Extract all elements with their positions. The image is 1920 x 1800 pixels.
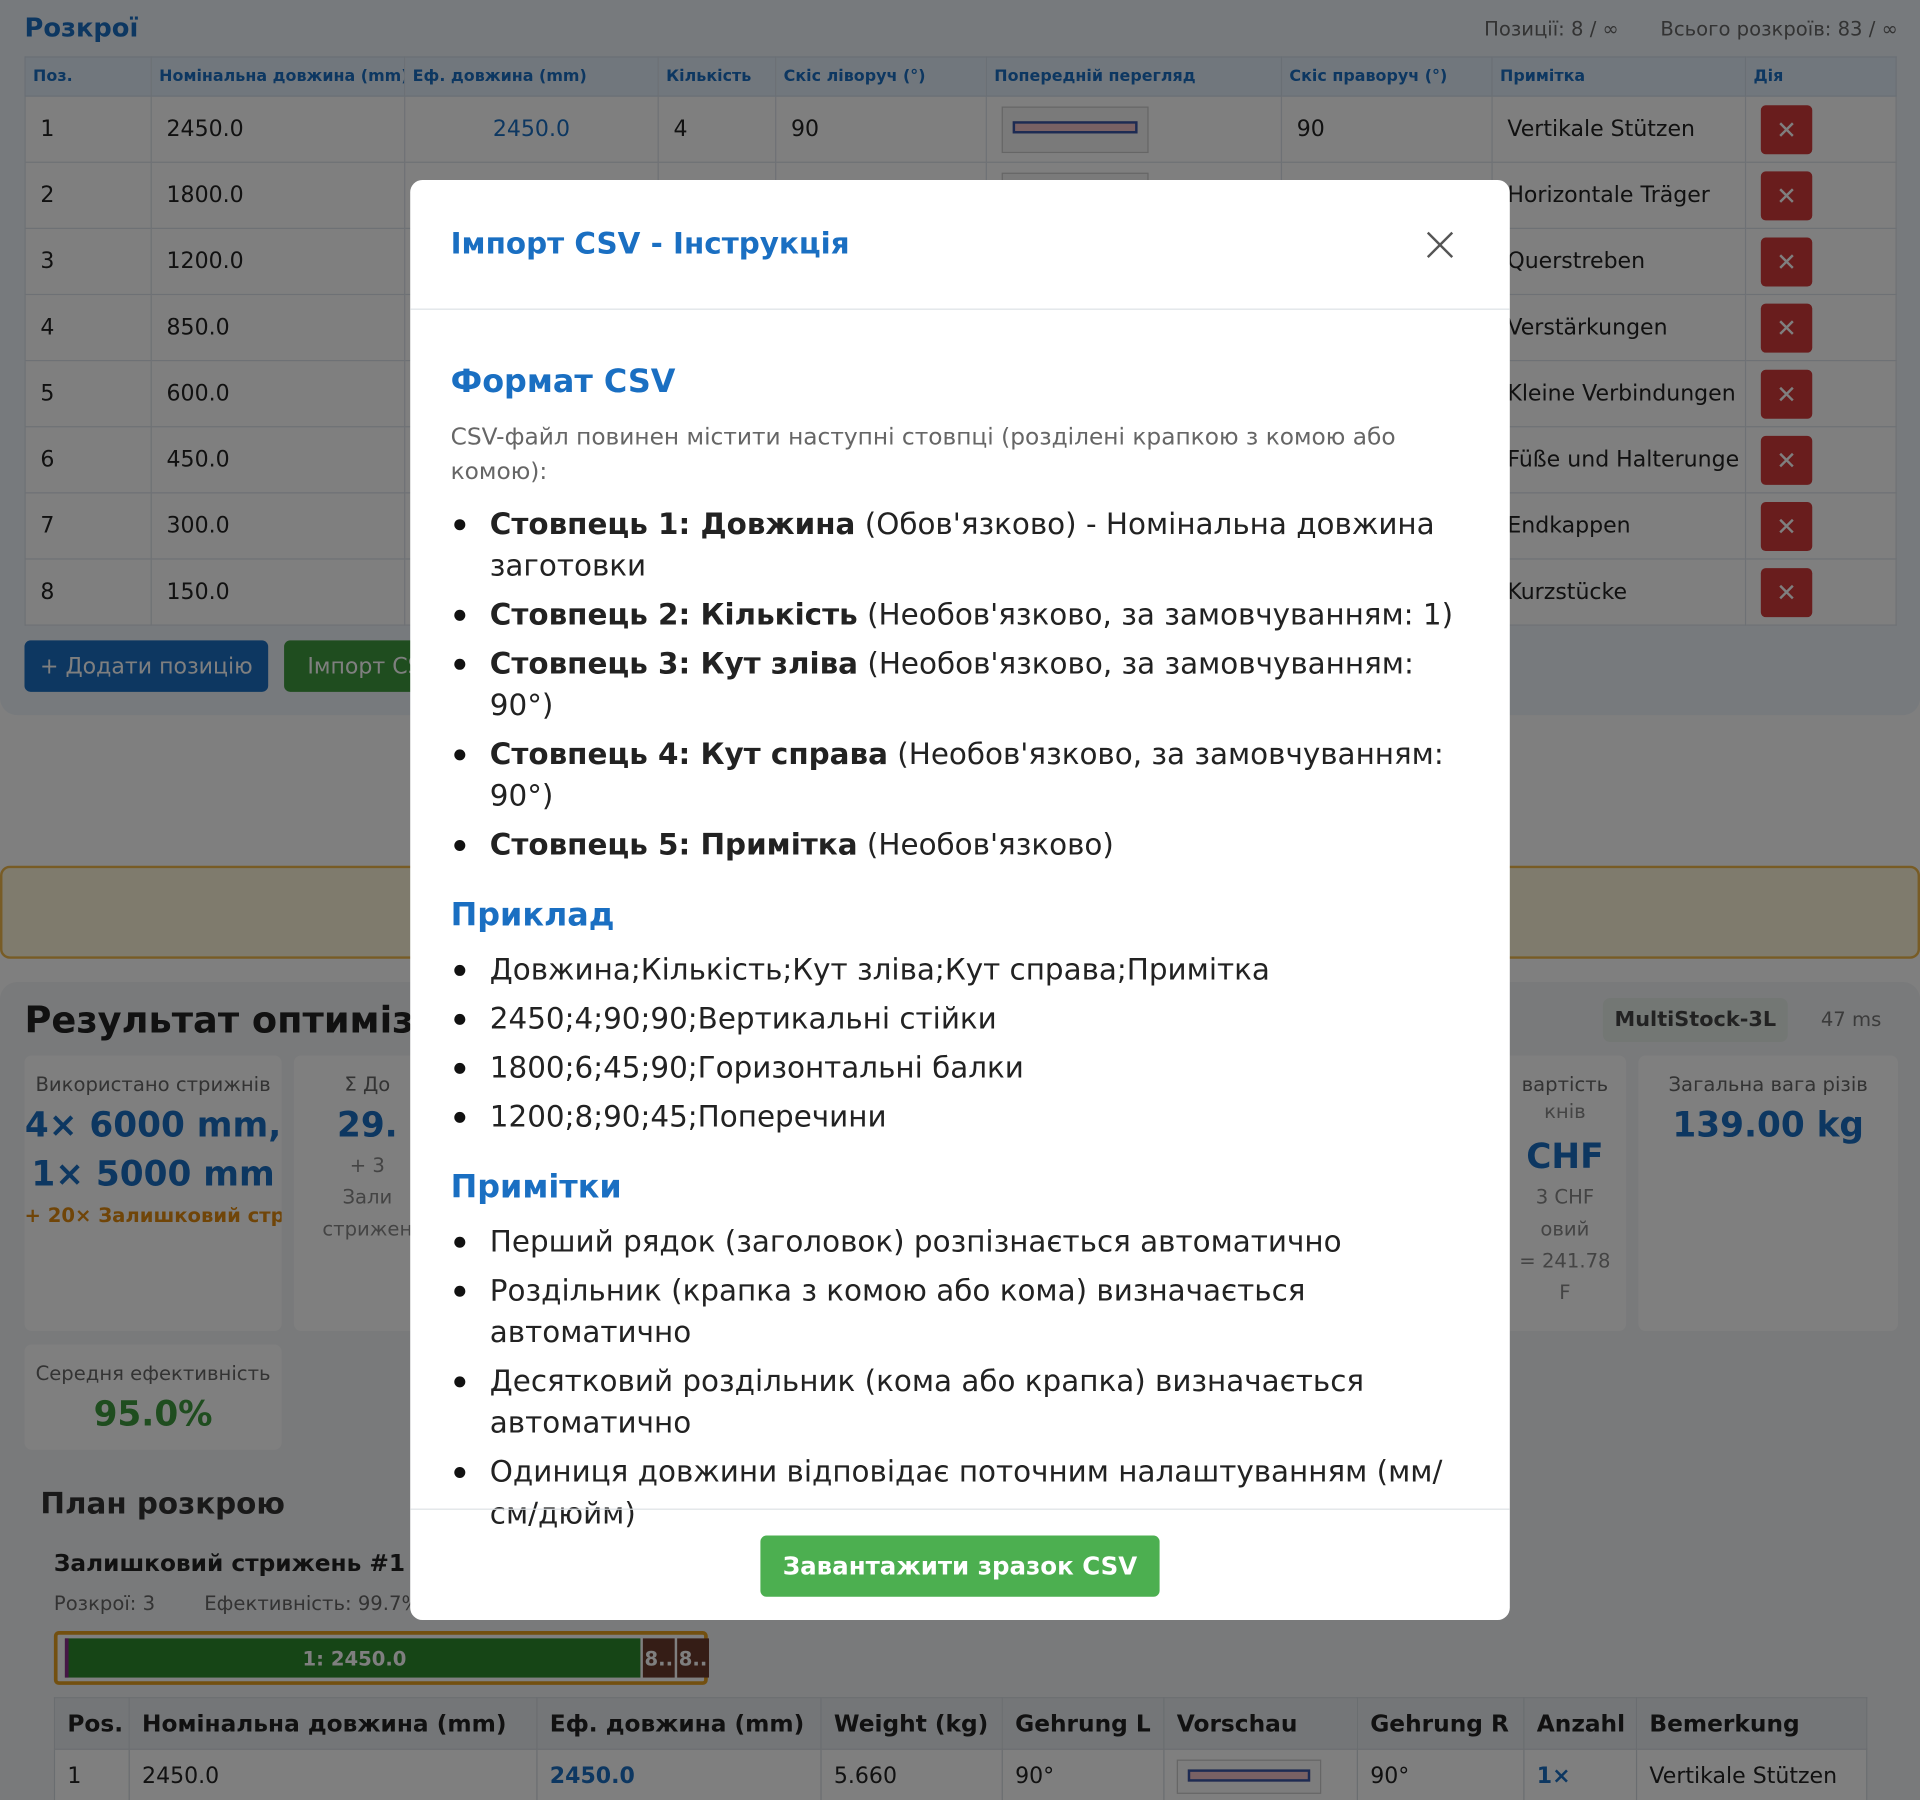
columns-list: Стовпець 1: Довжина (Обов'язково) - Номі… bbox=[451, 503, 1480, 865]
modal-close-button[interactable] bbox=[1422, 227, 1459, 264]
list-item-text: (Необов'язково) bbox=[857, 827, 1114, 863]
list-item: 1200;8;90;45;Поперечини bbox=[451, 1096, 1480, 1138]
list-item-bold: Стовпець 5: Примітка bbox=[489, 827, 858, 863]
list-item: Довжина;Кількість;Кут зліва;Кут справа;П… bbox=[451, 949, 1480, 991]
example-list: Довжина;Кількість;Кут зліва;Кут справа;П… bbox=[451, 949, 1480, 1138]
close-icon bbox=[1426, 231, 1454, 259]
list-item: Перший рядок (заголовок) розпізнається а… bbox=[451, 1221, 1480, 1263]
list-item: Роздільник (крапка з комою або кома) виз… bbox=[451, 1270, 1480, 1353]
format-description: CSV-файл повинен містити наступні стовпц… bbox=[450, 423, 1396, 485]
list-item: Стовпець 3: Кут зліва (Необов'язково, за… bbox=[451, 643, 1480, 726]
list-item-bold: Стовпець 4: Кут справа bbox=[489, 737, 888, 772]
list-item-bold: Стовпець 1: Довжина bbox=[489, 506, 856, 542]
list-item: Стовпець 5: Примітка (Необов'язково) bbox=[451, 824, 1480, 866]
list-item: Стовпець 2: Кількість (Необов'язково, за… bbox=[451, 594, 1480, 636]
list-item-bold: Стовпець 2: Кількість bbox=[489, 597, 858, 632]
modal-header: Імпорт CSV - Інструкція bbox=[410, 180, 1510, 310]
list-item: Стовпець 1: Довжина (Обов'язково) - Номі… bbox=[451, 503, 1480, 586]
list-item: Десятковий роздільник (кома або крапка) … bbox=[451, 1360, 1480, 1443]
download-sample-csv-button[interactable]: Завантажити зразок CSV bbox=[760, 1535, 1160, 1597]
import-csv-modal: Імпорт CSV - Інструкція Формат CSV CSV-ф… bbox=[410, 180, 1510, 1621]
notes-list: Перший рядок (заголовок) розпізнається а… bbox=[451, 1221, 1480, 1534]
modal-footer: Завантажити зразок CSV bbox=[410, 1508, 1510, 1620]
section-title-notes: Примітки bbox=[450, 1169, 622, 1207]
list-item: 1800;6;45;90;Горизонтальні балки bbox=[451, 1047, 1480, 1089]
list-item-text: (Необов'язково, за замовчуванням: 1) bbox=[857, 597, 1454, 632]
list-item: 2450;4;90;90;Вертикальні стійки bbox=[451, 998, 1480, 1040]
section-title-example: Приклад bbox=[450, 897, 615, 935]
section-title-format: Формат CSV bbox=[450, 363, 676, 401]
modal-title: Імпорт CSV - Інструкція bbox=[450, 226, 850, 261]
modal-body: Формат CSV CSV-файл повинен містити наст… bbox=[451, 364, 1480, 1542]
list-item-bold: Стовпець 3: Кут зліва bbox=[489, 646, 859, 681]
list-item: Стовпець 4: Кут справа (Необов'язково, з… bbox=[451, 733, 1480, 816]
